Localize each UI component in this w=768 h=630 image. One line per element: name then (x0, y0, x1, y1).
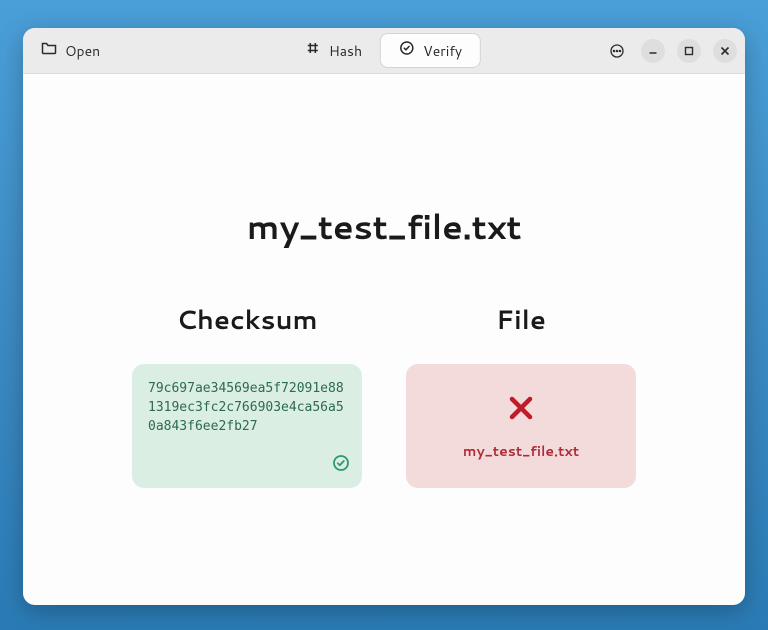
checksum-card[interactable]: 79c697ae34569ea5f72091e881319ec3fc2c7669… (132, 364, 362, 488)
checksum-value: 79c697ae34569ea5f72091e881319ec3fc2c7669… (148, 380, 346, 437)
view-switcher: Hash Verify (287, 33, 481, 68)
close-button[interactable] (713, 39, 737, 63)
x-icon (504, 391, 538, 431)
tab-verify-label: Verify (423, 41, 462, 61)
page-title: my_test_file.txt (247, 202, 522, 250)
main-content: my_test_file.txt Checksum 79c697ae34569e… (23, 74, 745, 605)
ellipsis-icon (609, 43, 625, 59)
maximize-icon (681, 43, 697, 59)
header-bar: Open Hash (23, 28, 745, 74)
header-left: Open (31, 34, 110, 67)
file-card[interactable]: my_test_file.txt (406, 364, 636, 488)
checksum-heading: Checksum (176, 302, 317, 338)
file-heading: File (496, 302, 546, 338)
minimize-button[interactable] (641, 39, 665, 63)
header-right (605, 39, 737, 63)
hash-icon (305, 40, 321, 61)
minimize-icon (645, 43, 661, 59)
open-button[interactable]: Open (31, 34, 110, 67)
close-icon (717, 43, 733, 59)
tab-hash-label: Hash (329, 41, 362, 61)
open-button-label: Open (65, 41, 100, 61)
maximize-button[interactable] (677, 39, 701, 63)
result-columns: Checksum 79c697ae34569ea5f72091e881319ec… (132, 302, 636, 488)
checksum-column: Checksum 79c697ae34569ea5f72091e881319ec… (132, 302, 362, 488)
file-card-label: my_test_file.txt (463, 441, 579, 461)
check-circle-icon (332, 454, 350, 478)
tab-verify[interactable]: Verify (380, 33, 481, 68)
tab-hash[interactable]: Hash (287, 33, 380, 68)
app-window: Open Hash (23, 28, 745, 605)
folder-icon (41, 40, 57, 61)
menu-button[interactable] (605, 39, 629, 63)
file-column: File my_test_file.txt (406, 302, 636, 488)
verify-icon (399, 40, 415, 61)
